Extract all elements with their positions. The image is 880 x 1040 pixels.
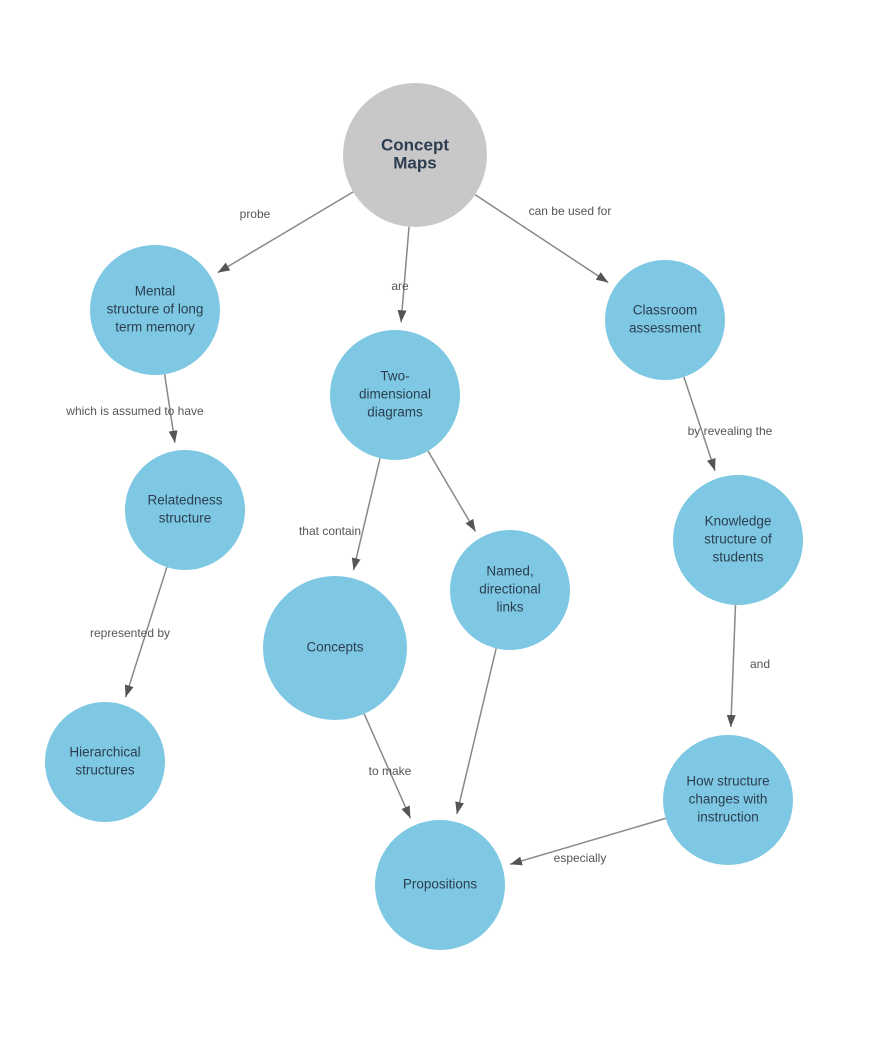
edge-label: by revealing the xyxy=(688,424,773,438)
node-knowledge-structure: Knowledge structure of students xyxy=(673,475,803,605)
node-label-how-structure: instruction xyxy=(697,810,759,825)
node-label-mental-structure: term memory xyxy=(115,320,195,335)
node-label-named-links: links xyxy=(496,600,523,615)
node-relatedness-structure: Relatedness structure xyxy=(125,450,245,570)
node-label-propositions: Propositions xyxy=(403,877,478,892)
edge-label: especially xyxy=(554,851,607,865)
node-label-two-dimensional: Two- xyxy=(380,369,409,384)
node-label-named-links: Named, xyxy=(486,564,533,579)
node-label-knowledge-structure: students xyxy=(712,550,763,565)
node-two-dimensional: Two-dimensional diagrams xyxy=(330,330,460,460)
node-label-hierarchical: structures xyxy=(75,763,135,778)
node-label-knowledge-structure: Knowledge xyxy=(705,514,772,529)
node-concept-maps: ConceptMaps xyxy=(343,83,487,227)
edge-label: probe xyxy=(240,207,271,221)
edge-label: can be used for xyxy=(529,204,612,218)
edge-label: and xyxy=(750,657,770,671)
edge-label: which is assumed to have xyxy=(65,404,204,418)
node-label-classroom-assessment: assessment xyxy=(629,321,701,336)
node-how-structure: How structure changes with instruction xyxy=(663,735,793,865)
node-label-concept-maps: Concept xyxy=(381,135,449,154)
node-label-relatedness-structure: Relatedness xyxy=(147,493,222,508)
concept-map: probe are can be used for which is assumed … xyxy=(0,0,880,1040)
node-label-knowledge-structure: structure of xyxy=(704,532,772,547)
node-label-two-dimensional: dimensional xyxy=(359,387,431,402)
node-propositions: Propositions xyxy=(375,820,505,950)
node-label-mental-structure: structure of long xyxy=(107,302,204,317)
edge-label: that contain xyxy=(299,524,361,538)
edge-label: are xyxy=(391,279,409,293)
node-label-concepts: Concepts xyxy=(306,640,363,655)
node-named-links: Named, directional links xyxy=(450,530,570,650)
edge-label: represented by xyxy=(90,626,170,640)
edge-label: to make xyxy=(369,764,412,778)
node-label-hierarchical: Hierarchical xyxy=(69,745,140,760)
node-concepts: Concepts xyxy=(263,576,407,720)
node-label-how-structure: How structure xyxy=(686,774,769,789)
node-label-mental-structure: Mental xyxy=(135,284,176,299)
node-label-two-dimensional: diagrams xyxy=(367,405,423,420)
node-label-how-structure: changes with xyxy=(689,792,768,807)
node-label-relatedness-structure: structure xyxy=(159,511,212,526)
node-label-concept-maps: Maps xyxy=(393,153,436,172)
node-mental-structure: Mental structure of long term memory xyxy=(90,245,220,375)
node-label-classroom-assessment: Classroom xyxy=(633,303,698,318)
node-hierarchical: Hierarchical structures xyxy=(45,702,165,822)
node-classroom-assessment: Classroom assessment xyxy=(605,260,725,380)
node-label-named-links: directional xyxy=(479,582,541,597)
